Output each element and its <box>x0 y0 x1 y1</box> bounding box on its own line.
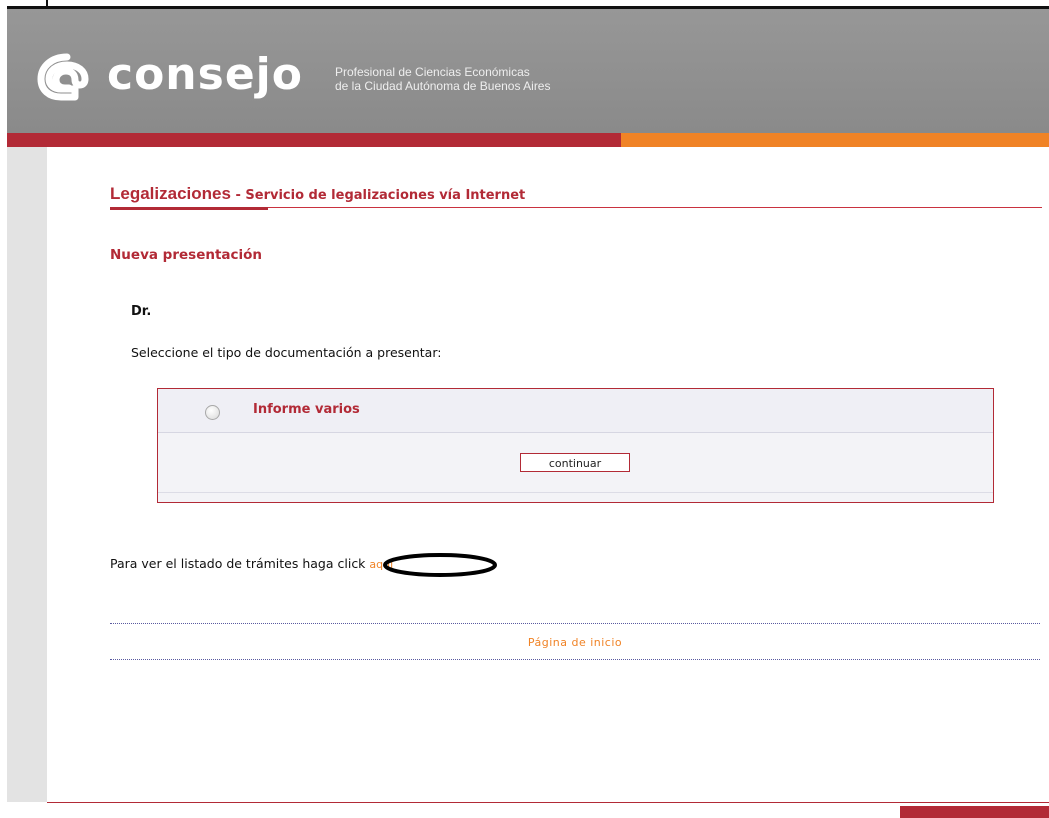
brand-subtitle-line2: de la Ciudad Autónoma de Buenos Aires <box>335 79 551 93</box>
left-sidebar <box>7 147 47 802</box>
brand-name: consejo <box>107 49 303 100</box>
informe-varios-label[interactable]: Informe varios <box>253 402 360 417</box>
page-heading: Nueva presentación <box>110 247 263 263</box>
brand-subtitle-line1: Profesional de Ciencias Económicas <box>335 65 530 79</box>
annotation-ellipse <box>383 553 497 577</box>
list-prompt: Para ver el listado de trámites haga cli… <box>110 556 393 571</box>
section-title-separator: - <box>230 188 246 203</box>
footer-divider-top <box>110 623 1040 624</box>
continue-button[interactable]: continuar <box>520 453 630 472</box>
title-underline <box>110 207 268 210</box>
footer-divider-bottom <box>110 659 1040 660</box>
header-stripe-red <box>7 133 621 147</box>
home-link[interactable]: Página de inicio <box>110 636 1040 649</box>
document-type-form: Informe varios continuar <box>157 388 994 503</box>
list-prompt-text: Para ver el listado de trámites haga cli… <box>110 556 370 571</box>
consejo-logo-icon <box>37 53 89 101</box>
header-stripe-orange <box>621 133 1049 147</box>
brand-subtitle: Profesional de Ciencias Económicas de la… <box>335 65 550 93</box>
bottom-red-block <box>900 806 1049 818</box>
form-footer-rule <box>158 492 993 493</box>
top-border-tick <box>46 0 48 9</box>
option-row-informe-varios[interactable]: Informe varios <box>158 389 993 433</box>
bottom-rule <box>47 802 1049 803</box>
top-border <box>0 0 1049 9</box>
section-title-main: Legalizaciones <box>110 184 231 203</box>
section-title-subtitle: Servicio de legalizaciones vía Internet <box>245 188 526 203</box>
section-title: Legalizaciones - Servicio de legalizacio… <box>110 184 525 204</box>
site-header: consejo Profesional de Ciencias Económic… <box>7 9 1049 133</box>
instruction-text: Seleccione el tipo de documentación a pr… <box>131 345 442 360</box>
doctor-label: Dr. <box>131 304 152 319</box>
informe-varios-radio[interactable] <box>205 405 220 420</box>
